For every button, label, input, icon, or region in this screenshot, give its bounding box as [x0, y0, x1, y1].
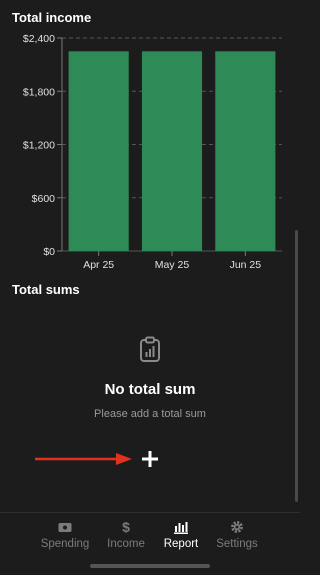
- add-total-sum-button[interactable]: [138, 447, 162, 471]
- y-tick-label: $2,400: [23, 33, 55, 45]
- y-tick-label: $1,200: [23, 140, 55, 152]
- plus-icon: [142, 451, 158, 467]
- gear-icon: [202, 519, 272, 535]
- bar: [215, 51, 276, 251]
- y-tick-label: $1,800: [23, 86, 55, 98]
- tab-label: Spending: [40, 538, 90, 550]
- empty-state-subtitle: Please add a total sum: [94, 408, 206, 420]
- x-tick-label: Apr 25: [83, 259, 114, 271]
- x-tick-label: Jun 25: [230, 259, 262, 271]
- income-bar-chart: $0 $600 $1,200 $1,800 $2,400 Apr 25 May 25 Jun …: [23, 33, 282, 271]
- total-sums-title: Total sums: [12, 282, 80, 297]
- scrollbar[interactable]: [295, 230, 298, 502]
- bar: [68, 51, 129, 251]
- clipboard-icon: [140, 336, 160, 362]
- home-indicator: [90, 564, 210, 568]
- total-income-title: Total income: [12, 10, 92, 25]
- y-tick-label: $600: [32, 193, 56, 205]
- x-tick-label: May 25: [155, 259, 190, 271]
- empty-state-title: No total sum: [104, 381, 196, 398]
- tab-spending[interactable]: Spending: [30, 519, 100, 550]
- y-tick-label: $0: [43, 246, 55, 258]
- tab-settings[interactable]: Settings: [202, 519, 272, 550]
- wallet-icon: [30, 519, 100, 535]
- tab-label: Settings: [216, 538, 258, 550]
- red-arrow-annotation: [35, 453, 132, 465]
- bar: [141, 51, 203, 251]
